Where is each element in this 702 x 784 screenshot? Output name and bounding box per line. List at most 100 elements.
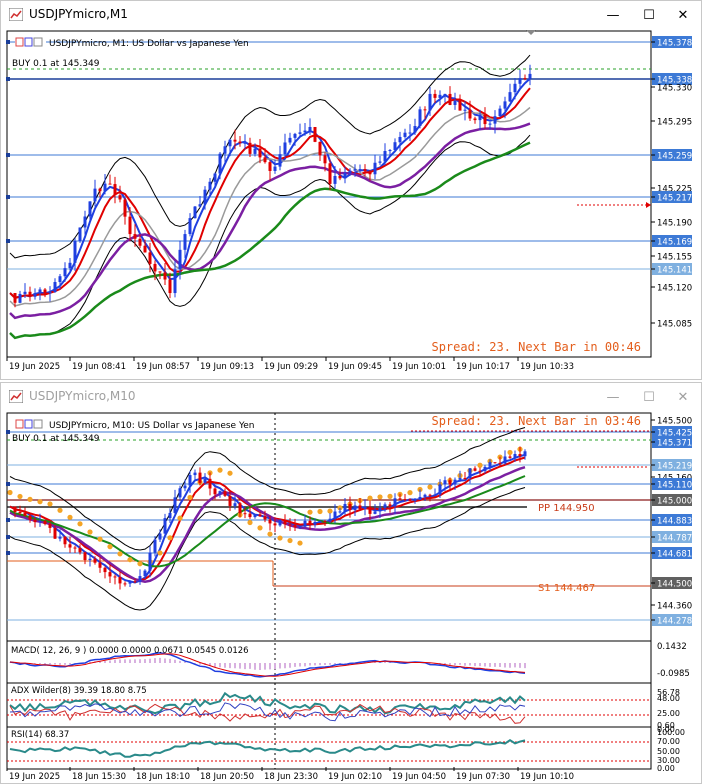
parabolic-sar-dot <box>277 535 283 541</box>
candle-body <box>133 234 137 239</box>
candle-body <box>118 577 122 584</box>
parabolic-sar-dot <box>257 525 263 531</box>
candle-body <box>268 162 272 171</box>
price-label: 144.883 <box>657 517 692 527</box>
parabolic-sar-dot <box>407 490 413 496</box>
candle-body <box>383 504 387 509</box>
candle-body <box>463 478 467 480</box>
candle-body <box>98 188 102 192</box>
candle-body <box>488 123 492 125</box>
parabolic-sar-dot <box>137 561 143 567</box>
maximize-button[interactable]: ☐ <box>635 3 663 27</box>
candle-body <box>468 468 472 479</box>
candle-body <box>148 252 152 264</box>
candle-body <box>473 118 477 121</box>
price-label: 144.500 <box>657 580 692 590</box>
candle-body <box>503 101 507 109</box>
chart-window-m10[interactable]: USDJPYmicro,M10 — ☐ ✕ 145.500 145.425 145.… <box>0 382 702 784</box>
candle-body <box>393 498 397 507</box>
price-label: 145.500 <box>657 417 692 427</box>
candle-body <box>268 519 272 524</box>
candle-body <box>263 516 267 520</box>
minimize-button[interactable]: — <box>599 385 627 409</box>
parabolic-sar-dot <box>187 494 193 501</box>
parabolic-sar-dot <box>107 544 113 550</box>
candle-body <box>198 204 202 207</box>
candle-body <box>408 132 412 134</box>
candle-body <box>428 93 432 111</box>
candle-body <box>233 503 237 506</box>
candle-body <box>33 293 37 297</box>
candle-body <box>513 83 517 93</box>
price-label: 145.169 <box>657 238 692 248</box>
candle-body <box>348 503 352 511</box>
maximize-button[interactable]: ☐ <box>635 385 663 409</box>
candle-body <box>368 506 372 514</box>
time-label: 19 Jun 2025 <box>9 772 60 782</box>
candle-body <box>113 576 117 578</box>
candle-body <box>438 484 442 495</box>
candle-body <box>218 153 222 174</box>
plot-area[interactable] <box>6 412 652 642</box>
adx-axis-label: 25.00 <box>657 709 680 718</box>
candle-body <box>458 100 462 111</box>
candle-body <box>423 494 427 497</box>
parabolic-sar-dot <box>117 551 123 557</box>
rsi-pane[interactable] <box>6 726 652 770</box>
time-label: 19 Jun 10:10 <box>520 772 574 782</box>
parabolic-sar-dot <box>507 449 513 456</box>
candle-body <box>308 126 312 131</box>
candle-body <box>158 271 162 273</box>
time-label: 18 Jun 15:30 <box>72 772 126 782</box>
candle-body <box>508 92 512 102</box>
candle-body <box>323 520 327 522</box>
candle-body <box>48 524 52 528</box>
candle-body <box>338 511 342 513</box>
chart-window-m1[interactable]: USDJPYmicro,M1 — ☐ ✕ 145.378 145.338 145.3… <box>0 0 702 380</box>
candle-body <box>483 114 487 125</box>
titlebar-m1[interactable]: USDJPYmicro,M1 — ☐ ✕ <box>1 1 701 29</box>
candle-body <box>343 503 347 512</box>
rsi-axis-label: 100.00 <box>657 728 685 737</box>
candle-body <box>523 78 527 80</box>
candle-body <box>203 189 207 205</box>
candle-body <box>153 539 157 553</box>
price-label: 145.219 <box>657 462 692 472</box>
candle-body <box>373 511 377 514</box>
level-handle <box>6 518 10 522</box>
candle-body <box>523 451 527 457</box>
price-chart-m10[interactable]: 145.500145.425145.371145.219145.160145.1… <box>1 411 701 784</box>
candle-body <box>163 518 167 534</box>
candle-body <box>233 139 237 142</box>
price-label: 145.371 <box>657 439 692 449</box>
candle-body <box>193 472 197 476</box>
candle-body <box>363 169 367 172</box>
candle-body <box>88 558 92 561</box>
pivot-pp-label: PP 144.950 <box>538 503 595 514</box>
candle-body <box>188 218 192 235</box>
candle-body <box>403 132 407 137</box>
candle-body <box>423 109 427 111</box>
candle-body <box>83 216 87 228</box>
parabolic-sar-dot <box>327 508 333 514</box>
close-button[interactable]: ✕ <box>669 385 697 409</box>
price-chart-m1[interactable]: 145.378145.338145.330145.295145.259145.2… <box>1 29 701 379</box>
minimize-button[interactable]: — <box>599 3 627 27</box>
candle-body <box>53 527 57 539</box>
rsi-axis-label: 0.00 <box>657 764 675 773</box>
chart-legend: USDJPYmicro, M1: US Dollar vs Japanese Y… <box>49 39 249 49</box>
candle-body <box>493 116 497 124</box>
candle-body <box>213 173 217 182</box>
time-label: 19 Jun 2025 <box>9 362 60 372</box>
parabolic-sar-dot <box>247 519 253 526</box>
candle-body <box>133 581 137 583</box>
candle-body <box>153 263 157 272</box>
parabolic-sar-dot <box>297 540 303 546</box>
time-label: 19 Jun 09:29 <box>264 362 318 372</box>
price-label: 145.378 <box>657 39 692 49</box>
candle-body <box>173 269 177 294</box>
level-handle <box>6 77 10 81</box>
candle-body <box>373 162 377 175</box>
titlebar-m10[interactable]: USDJPYmicro,M10 — ☐ ✕ <box>1 383 701 411</box>
close-button[interactable]: ✕ <box>669 3 697 27</box>
